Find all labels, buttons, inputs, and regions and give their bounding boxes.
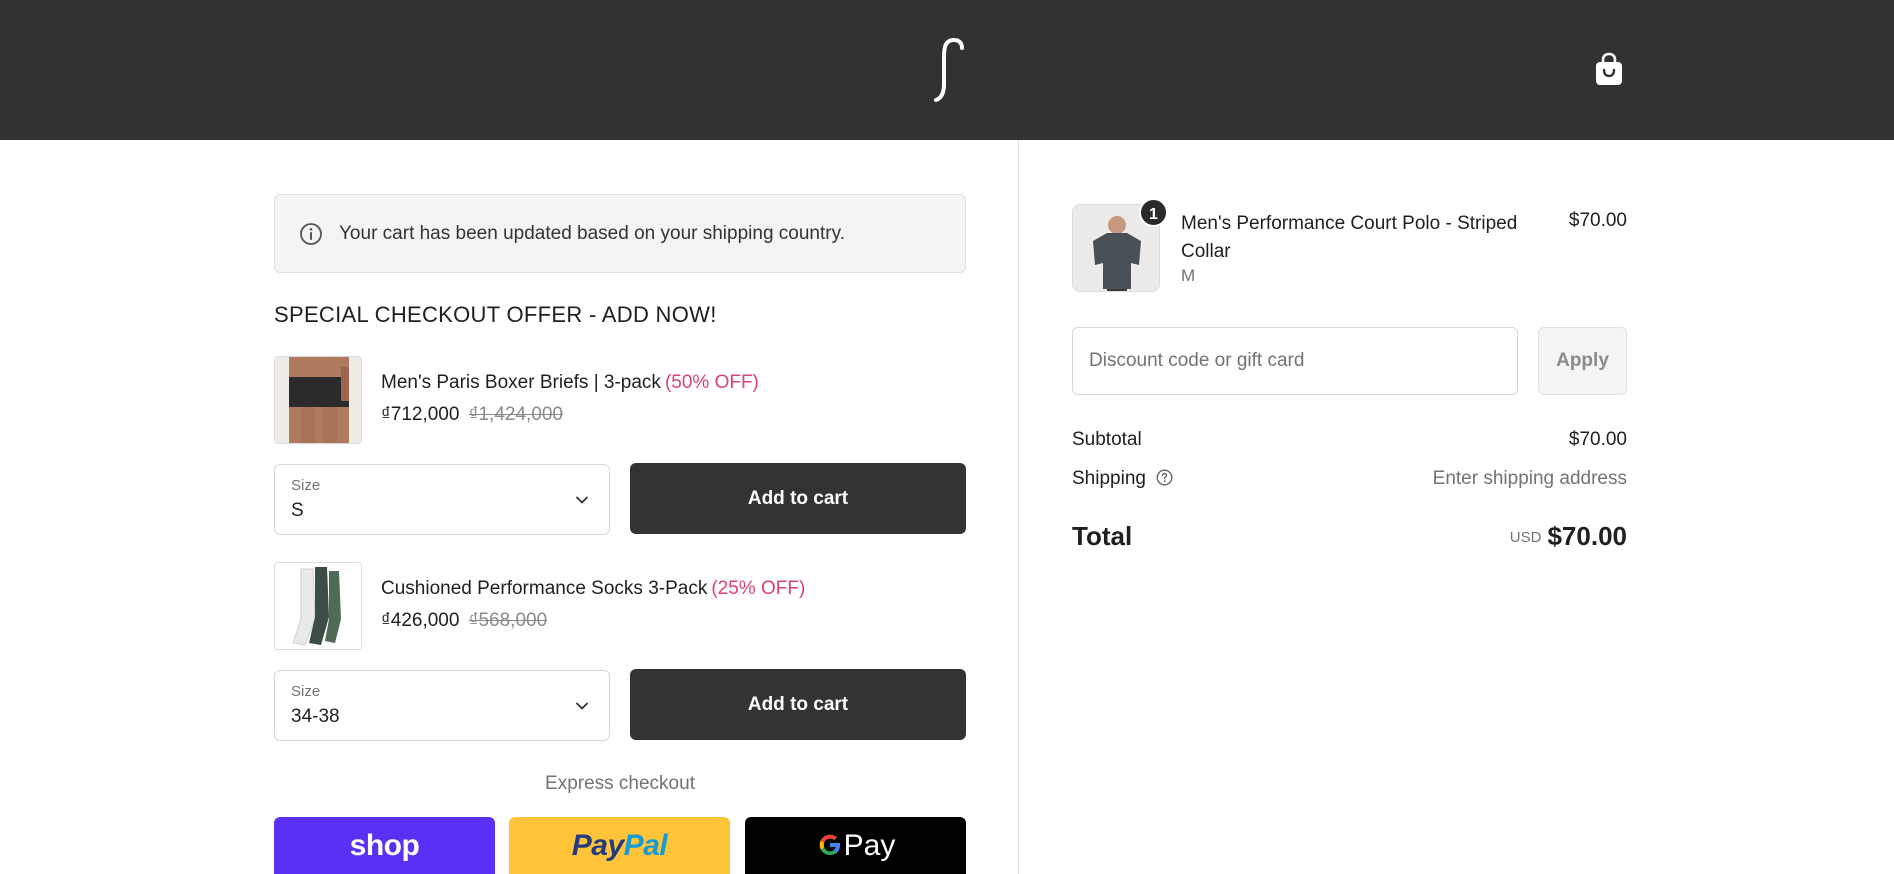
express-checkout-label: Express checkout	[545, 773, 695, 794]
shipping-label: Shipping	[1072, 468, 1146, 489]
google-pay-button[interactable]: Pay	[745, 817, 966, 874]
order-item-variant: M	[1181, 266, 1196, 285]
size-select-socks[interactable]: Size 34-38	[274, 670, 610, 741]
apply-discount-button[interactable]: Apply	[1538, 327, 1627, 395]
quantity-badge: 1	[1139, 198, 1168, 227]
total-currency: USD	[1509, 529, 1542, 546]
header-bar	[0, 0, 1894, 140]
size-label: Size	[291, 477, 321, 494]
total-amount: USD $70.00	[1510, 521, 1627, 552]
chevron-down-icon	[576, 702, 588, 710]
product-image-socks	[274, 562, 362, 650]
logo-mark[interactable]	[930, 36, 970, 104]
offer-title: SPECIAL CHECKOUT OFFER - ADD NOW!	[274, 302, 717, 327]
shipping-row: Shipping Enter shipping address	[1072, 468, 1627, 496]
product-name: Cushioned Performance Socks 3-Pack (25% O…	[381, 578, 806, 599]
shipping-value: Enter shipping address	[1432, 468, 1627, 489]
size-label: Size	[291, 683, 321, 700]
total-row: Total USD $70.00	[1072, 521, 1627, 557]
notice-text: Your cart has been updated based on your…	[339, 223, 845, 244]
order-item-name: Men's Performance Court Polo - Striped C…	[1181, 213, 1518, 262]
google-pay-label: Pay	[745, 829, 966, 863]
info-icon	[300, 223, 322, 245]
paypal-label: PayPal	[571, 829, 668, 862]
order-item-price: $70.00	[1568, 210, 1627, 231]
google-g-icon	[819, 834, 840, 855]
size-select-boxer-briefs[interactable]: Size S	[274, 464, 610, 535]
compare-at-price: ₫568,000	[468, 610, 548, 631]
product-name: Men's Paris Boxer Briefs | 3-pack (50% OF…	[381, 372, 759, 393]
discount-percent: (25% OFF)	[711, 578, 806, 599]
discount-percent: (50% OFF)	[664, 372, 759, 393]
cart-updated-notice: Your cart has been updated based on your…	[274, 194, 966, 273]
help-circle-icon[interactable]	[1156, 469, 1173, 486]
total-value: $70.00	[1547, 521, 1627, 551]
subtotal-row: Subtotal $70.00	[1072, 429, 1627, 457]
order-line-item: 1 Men's Performance Court Polo - Striped…	[1072, 198, 1627, 294]
paypal-button[interactable]: PayPal	[509, 817, 730, 874]
add-to-cart-button-socks[interactable]: Add to cart	[630, 669, 966, 740]
product-image-boxer-briefs	[274, 356, 362, 444]
chevron-down-icon	[576, 496, 588, 504]
shop-pay-label: shop	[349, 829, 420, 862]
product-price: ₫426,000 ₫568,000	[381, 610, 548, 631]
subtotal-value: $70.00	[1568, 429, 1627, 450]
offer-item-socks: Cushioned Performance Socks 3-Pack (25% O…	[274, 562, 966, 652]
shop-pay-button[interactable]: shop	[274, 817, 495, 874]
shopping-bag-icon[interactable]	[1592, 52, 1626, 88]
product-price: ₫712,000 ₫1,424,000	[381, 404, 563, 425]
add-to-cart-button-boxer-briefs[interactable]: Add to cart	[630, 463, 966, 534]
subtotal-label: Subtotal	[1072, 429, 1142, 450]
compare-at-price: ₫1,424,000	[468, 404, 563, 425]
shipping-label-group: Shipping	[1072, 468, 1173, 490]
size-value: S	[291, 500, 304, 521]
size-value: 34-38	[291, 706, 340, 727]
offer-item-boxer-briefs: Men's Paris Boxer Briefs | 3-pack (50% OF…	[274, 356, 966, 446]
discount-code-input[interactable]	[1072, 327, 1518, 395]
total-label: Total	[1072, 521, 1133, 551]
column-divider	[1018, 140, 1019, 874]
